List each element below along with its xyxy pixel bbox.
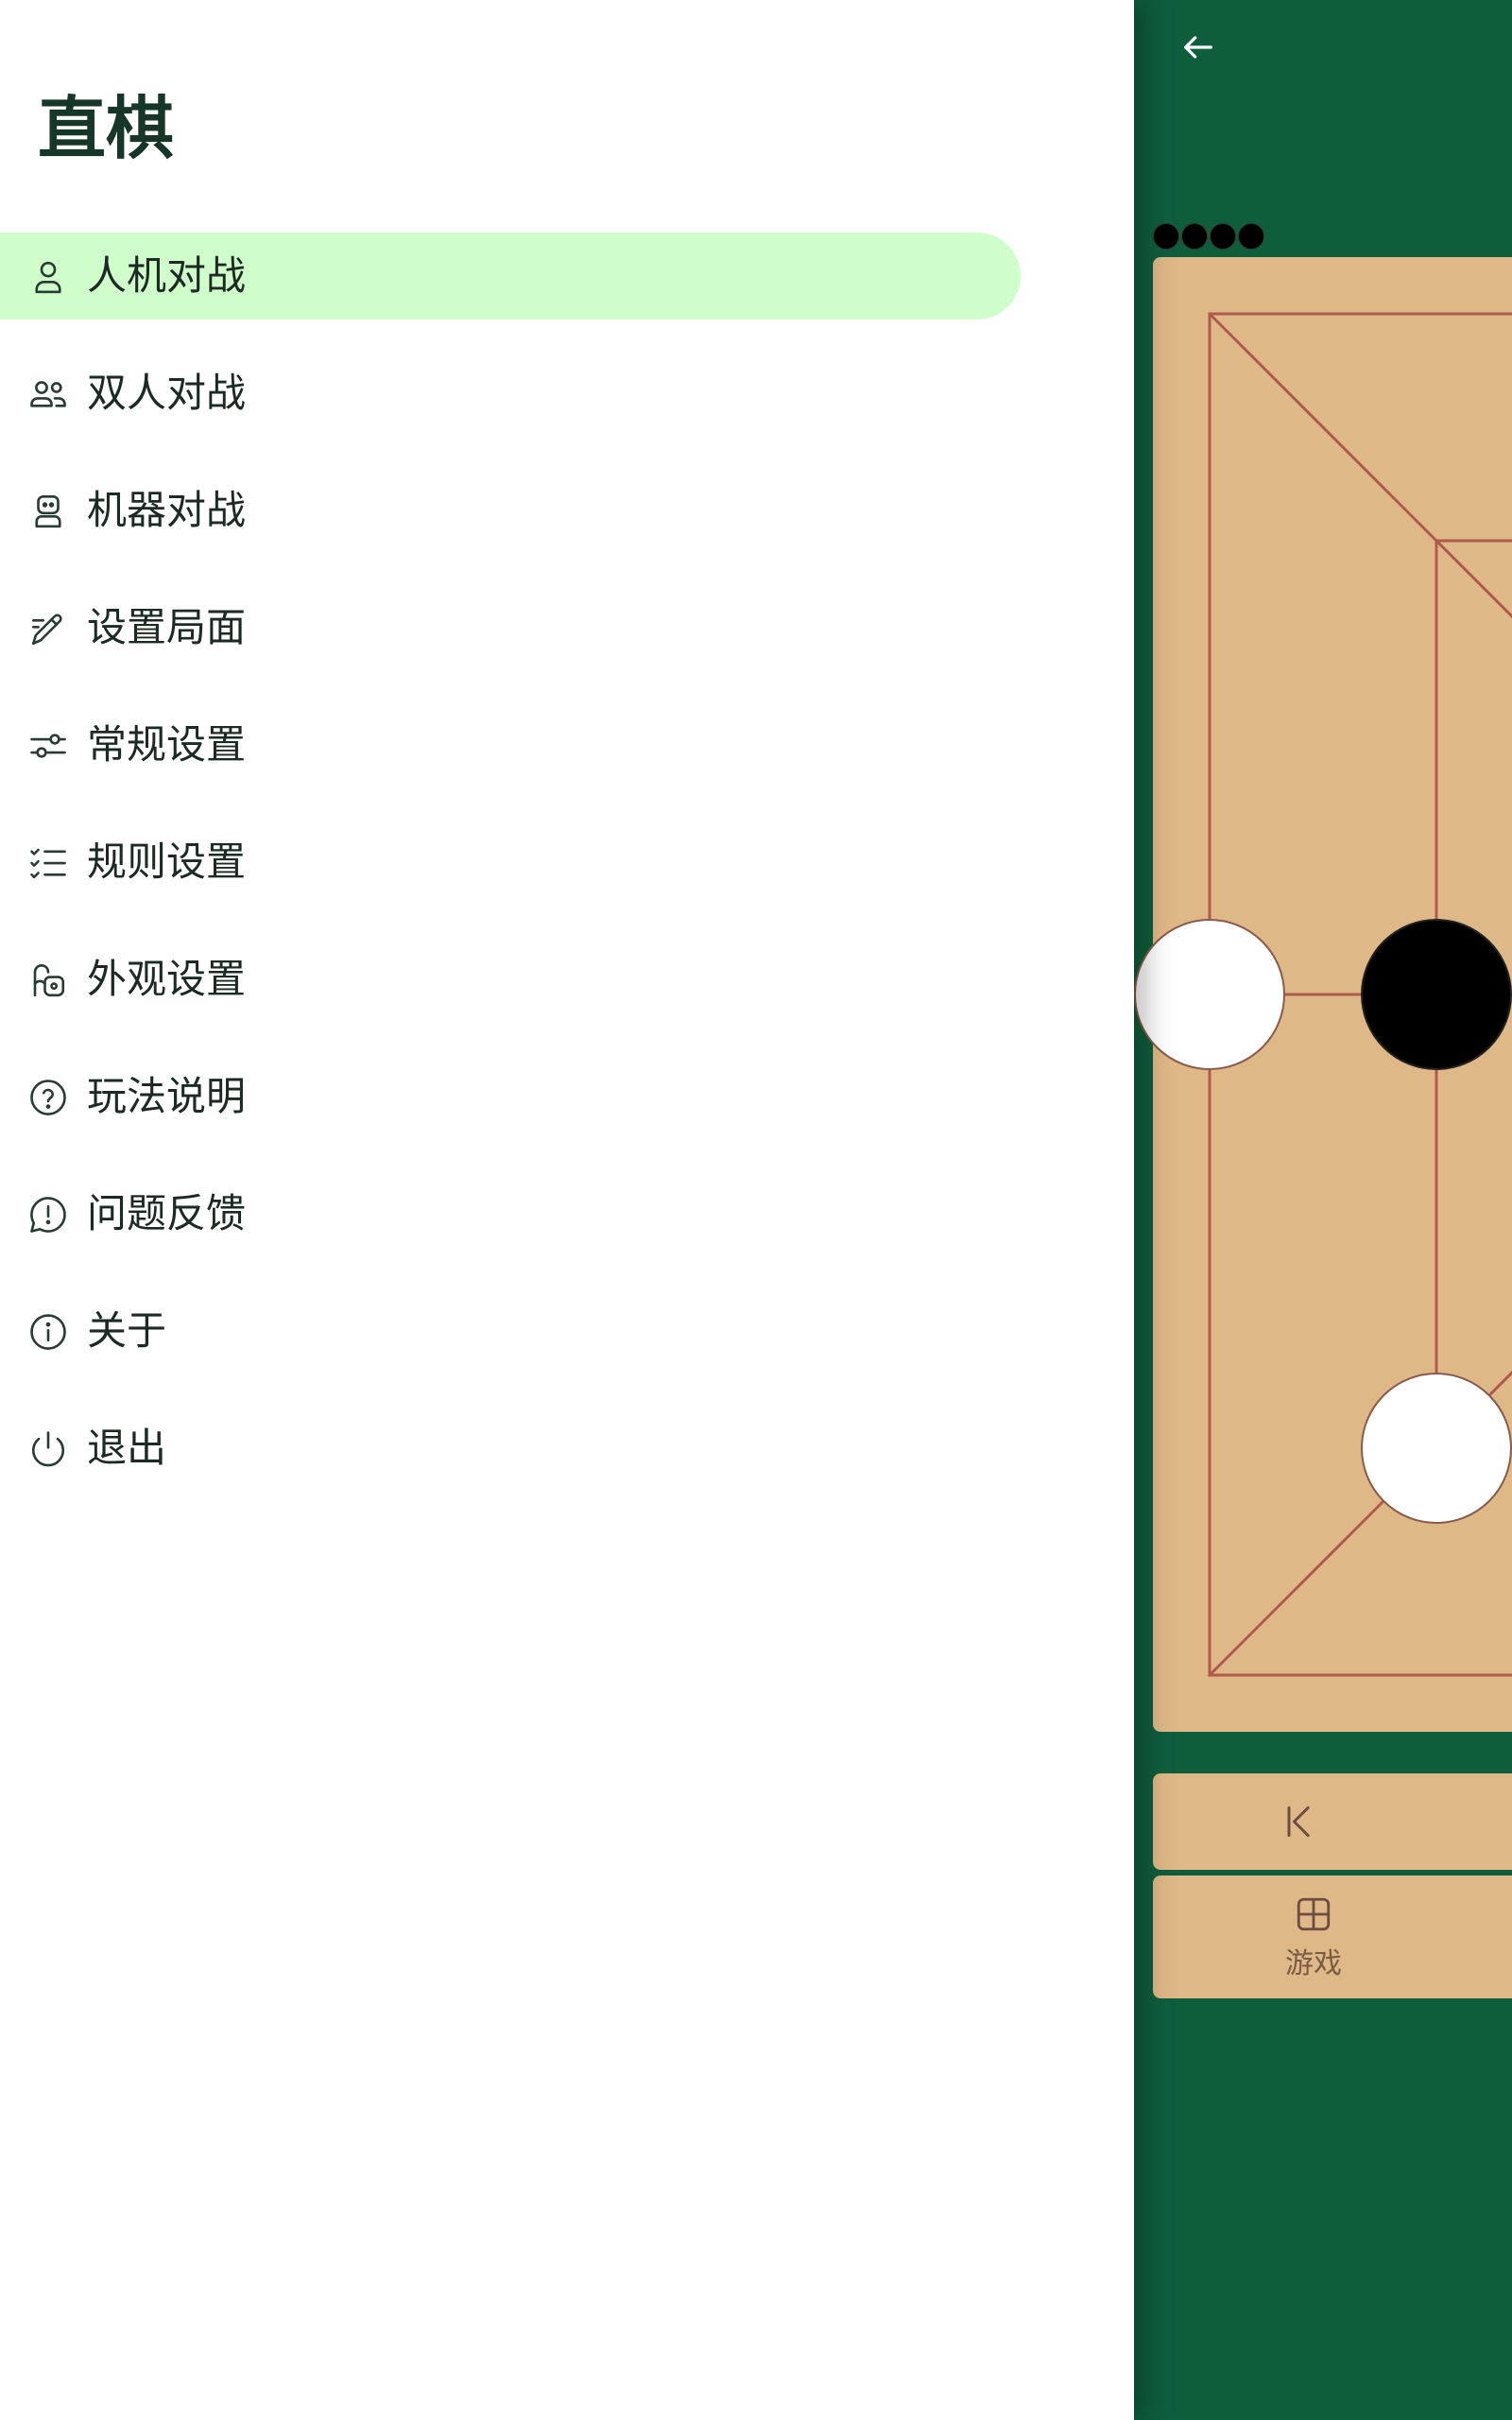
people-icon xyxy=(28,374,68,414)
menu-item-human-vs-human[interactable]: 双人对战 xyxy=(0,350,1134,437)
palette-icon xyxy=(28,960,68,1000)
info-icon xyxy=(28,1312,68,1352)
remaining-piece xyxy=(1153,223,1179,250)
menu-item-label: 玩法说明 xyxy=(87,1073,247,1119)
pencil-icon xyxy=(28,609,68,648)
remaining-piece xyxy=(1238,223,1264,250)
remaining-pieces xyxy=(1153,223,1264,250)
game-menu-label: 游戏 xyxy=(1285,1947,1342,1980)
menu-item-how-to-play[interactable]: 玩法说明 xyxy=(0,1053,1134,1140)
menu-item-appearance-settings[interactable]: 外观设置 xyxy=(0,936,1134,1023)
menu-item-ai-vs-ai[interactable]: 机器对战 xyxy=(0,467,1134,554)
feedback-icon xyxy=(28,1195,68,1235)
menu-item-label: 关于 xyxy=(87,1307,167,1354)
first-move-button[interactable] xyxy=(1272,1794,1327,1849)
help-icon xyxy=(28,1078,68,1117)
white-stone[interactable] xyxy=(1134,919,1285,1070)
move-controls-bar xyxy=(1153,1773,1512,1870)
checklist-icon xyxy=(28,843,68,883)
menu-item-about[interactable]: 关于 xyxy=(0,1288,1134,1374)
drawer-title: 直棋 xyxy=(38,89,175,168)
grid-icon xyxy=(1297,1897,1331,1931)
menu-item-exit[interactable]: 退出 xyxy=(0,1405,1134,1492)
menu-item-label: 双人对战 xyxy=(87,370,247,416)
drawer-menu: 人机对战 双人对战 机器对战 设置局面 常规设置 规则设置 外观设置 玩法说明 … xyxy=(0,233,1134,1522)
robot-icon xyxy=(28,492,68,531)
menu-item-rule-settings[interactable]: 规则设置 xyxy=(0,819,1134,906)
menu-item-human-vs-ai[interactable]: 人机对战 xyxy=(0,233,1021,320)
game-menu-button[interactable]: 游戏 xyxy=(1276,1894,1351,1981)
power-icon xyxy=(28,1429,68,1469)
menu-item-label: 设置局面 xyxy=(87,604,247,650)
menu-item-label: 人机对战 xyxy=(87,252,247,299)
main-controls-bar: 游戏 xyxy=(1153,1876,1512,1998)
menu-item-label: 退出 xyxy=(87,1425,167,1471)
back-button[interactable] xyxy=(1172,21,1225,74)
game-board[interactable] xyxy=(1134,257,1512,1732)
first-move-icon xyxy=(1287,1806,1310,1838)
remaining-piece xyxy=(1181,223,1208,250)
menu-item-setup-position[interactable]: 设置局面 xyxy=(0,584,1134,671)
navigation-drawer: 直棋 人机对战 双人对战 机器对战 设置局面 常规设置 规则设置 外观设置 玩法… xyxy=(0,0,1134,2420)
menu-item-feedback[interactable]: 问题反馈 xyxy=(0,1170,1134,1257)
sliders-icon xyxy=(28,726,68,766)
remaining-piece xyxy=(1210,223,1236,250)
white-stone[interactable] xyxy=(1361,1373,1512,1524)
arrow-left-icon xyxy=(1184,36,1212,59)
menu-item-label: 外观设置 xyxy=(87,956,247,1002)
black-stone[interactable] xyxy=(1361,919,1512,1070)
menu-item-label: 问题反馈 xyxy=(87,1190,247,1236)
menu-item-general-settings[interactable]: 常规设置 xyxy=(0,701,1134,788)
menu-item-label: 规则设置 xyxy=(87,838,247,885)
person-icon xyxy=(28,257,68,297)
menu-item-label: 常规设置 xyxy=(87,721,247,768)
menu-item-label: 机器对战 xyxy=(87,487,247,533)
